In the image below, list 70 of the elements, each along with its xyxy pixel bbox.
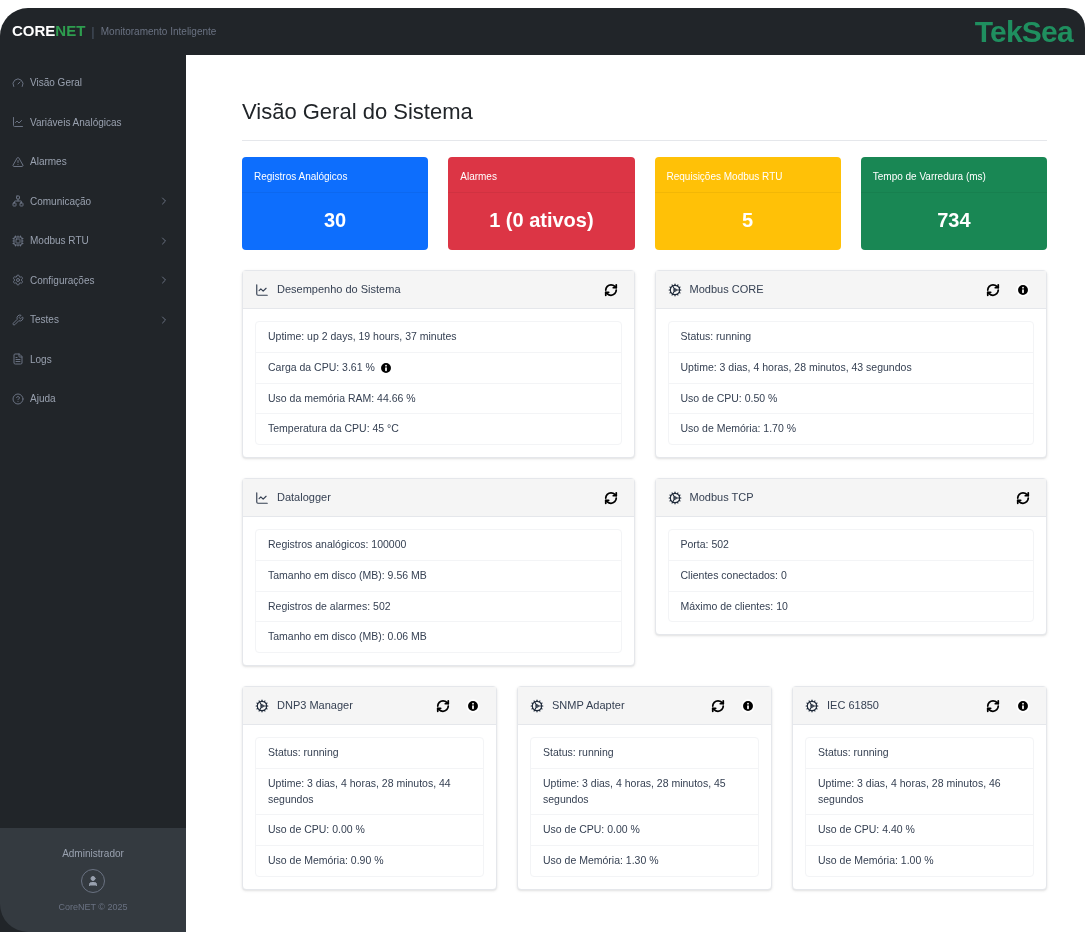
stat-label: Registros Analógicos — [242, 157, 429, 193]
row-text: Uso de CPU: 0.50 % — [680, 390, 778, 406]
line-chart-icon — [255, 282, 269, 297]
gauge-icon — [12, 76, 24, 89]
row-text: Uso de Memória: 1.30 % — [543, 853, 659, 868]
brand-net: NET — [55, 21, 86, 42]
panel-title: DNP3 Manager — [277, 698, 354, 714]
help-icon — [12, 392, 24, 405]
stat-label: Requisições Modbus RTU — [654, 157, 841, 193]
panel-title: Modbus TCP — [689, 490, 755, 506]
user-name: Administrador — [62, 846, 124, 861]
row-text: Máximo de clientes: 10 — [680, 598, 788, 614]
row-text: Tamanho em disco (MB): 9.56 MB — [268, 567, 427, 583]
row-text: Uso de Memória: 1.00 % — [818, 853, 934, 868]
row-text: Uso de Memória: 0.90 % — [268, 853, 384, 868]
sidebar-item[interactable]: Variáveis Analógicas — [0, 102, 186, 142]
stat-label: Alarmes — [448, 157, 635, 193]
row-text: Uso da memória RAM: 44.66 % — [268, 390, 416, 406]
teksea-logo: TekSea — [974, 14, 1073, 50]
row-text: Uptime: 3 dias, 4 horas, 28 minutos, 45 segundos — [543, 775, 727, 807]
panel-title: Desempenho do Sistema — [277, 282, 402, 298]
row-text: Status: running — [543, 745, 614, 760]
page-title: Visão Geral do Sistema — [242, 95, 1047, 141]
wrench-icon — [12, 313, 24, 326]
warning-icon — [12, 155, 24, 168]
brand-subtitle: Monitoramento Inteligente — [100, 25, 218, 39]
row-text: Uso de CPU: 4.40 % — [818, 822, 915, 838]
row-text: Tamanho em disco (MB): 0.06 MB — [268, 629, 427, 645]
sidebar-item[interactable]: Testes — [0, 300, 186, 340]
row-text: Status: running — [680, 329, 752, 344]
footer-copyright: CoreNET © 2025 — [58, 900, 128, 914]
stat-value: 734 — [936, 208, 972, 233]
chip-icon — [12, 234, 24, 247]
sidebar-item[interactable]: Logs — [0, 339, 186, 379]
row-text: Temperatura da CPU: 45 °C — [268, 421, 399, 437]
row-text: Status: running — [268, 745, 339, 760]
panel-title: IEC 61850 — [827, 698, 880, 714]
row-text: Uso de CPU: 0.00 % — [268, 822, 365, 838]
brand-separator: | — [91, 22, 95, 41]
network-icon — [12, 195, 24, 208]
panel-title: Modbus CORE — [689, 282, 765, 298]
line-chart-icon — [12, 116, 24, 129]
sidebar-item[interactable]: Alarmes — [0, 142, 186, 182]
row-text: Uptime: up 2 days, 19 hours, 37 minutes — [268, 329, 457, 344]
settings-icon — [12, 274, 24, 287]
sidebar-item[interactable]: Visão Geral — [0, 63, 186, 103]
panel-title: Datalogger — [277, 490, 332, 506]
row-text: Uptime: 3 dias, 4 horas, 28 minutos, 43 segundos — [680, 359, 912, 375]
row-text: Carga da CPU: 3.61 % — [268, 359, 375, 375]
document-icon — [12, 353, 24, 366]
row-text: Uso de Memória: 1.70 % — [680, 421, 797, 437]
sidebar-item[interactable]: Configurações — [0, 260, 186, 300]
row-text: Uptime: 3 dias, 4 horas, 28 minutos, 46 segundos — [818, 775, 1002, 807]
stat-value: 1 (0 ativos) — [488, 208, 595, 233]
stat-label: Tempo de Varredura (ms) — [860, 157, 1047, 193]
row-text: Uptime: 3 dias, 4 horas, 28 minutos, 44 segundos — [268, 775, 452, 807]
line-chart-icon — [255, 490, 269, 505]
sidebar-item[interactable]: Ajuda — [0, 379, 186, 419]
row-text: Uso de CPU: 0.00 % — [543, 822, 640, 838]
row-text: Porta: 502 — [680, 537, 729, 552]
brand-core: CORE — [12, 21, 56, 42]
stat-value: 5 — [741, 208, 755, 233]
panel-title: SNMP Adapter — [552, 698, 626, 714]
row-text: Status: running — [818, 745, 889, 760]
row-text: Registros de alarmes: 502 — [268, 598, 391, 614]
sidebar-item[interactable]: Modbus RTU — [0, 221, 186, 261]
row-text: Registros analógicos: 100000 — [268, 537, 407, 552]
row-text: Clientes conectados: 0 — [680, 567, 787, 583]
sidebar-item[interactable]: Comunicação — [0, 181, 186, 221]
stat-value: 30 — [323, 208, 348, 233]
